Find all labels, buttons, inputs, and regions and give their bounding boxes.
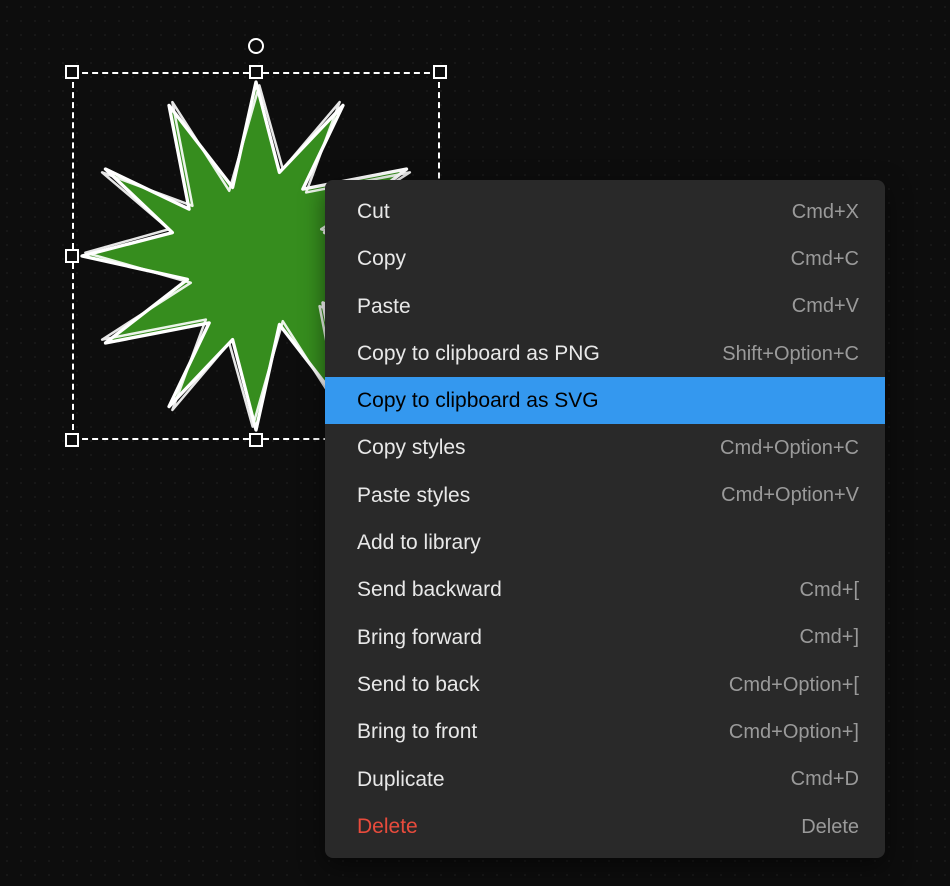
menu-item-label: Add to library xyxy=(357,529,481,556)
menu-item-shortcut: Cmd+X xyxy=(792,199,859,225)
menu-item-label: Copy to clipboard as SVG xyxy=(357,387,599,414)
menu-item-shortcut: Cmd+Option+C xyxy=(720,435,859,461)
resize-handle-nw[interactable] xyxy=(65,65,79,79)
menu-item-shortcut: Cmd+Option+[ xyxy=(729,672,859,698)
menu-item-label: Send to back xyxy=(357,671,480,698)
rotation-handle[interactable] xyxy=(248,38,264,54)
menu-item-shortcut: Cmd+D xyxy=(791,766,859,792)
resize-handle-sw[interactable] xyxy=(65,433,79,447)
menu-item-shortcut: Shift+Option+C xyxy=(722,341,859,367)
resize-handle-w[interactable] xyxy=(65,249,79,263)
menu-item-paste-styles[interactable]: Paste styles Cmd+Option+V xyxy=(325,472,885,519)
menu-item-send-back[interactable]: Send to back Cmd+Option+[ xyxy=(325,661,885,708)
context-menu: Cut Cmd+X Copy Cmd+C Paste Cmd+V Copy to… xyxy=(325,180,885,858)
menu-item-duplicate[interactable]: Duplicate Cmd+D xyxy=(325,756,885,803)
menu-item-add-library[interactable]: Add to library xyxy=(325,519,885,566)
menu-item-label: Send backward xyxy=(357,576,502,603)
menu-item-copy[interactable]: Copy Cmd+C xyxy=(325,235,885,282)
menu-item-shortcut: Cmd+Option+V xyxy=(721,482,859,508)
menu-item-copy-svg[interactable]: Copy to clipboard as SVG xyxy=(325,377,885,424)
menu-item-label: Duplicate xyxy=(357,766,445,793)
menu-item-paste[interactable]: Paste Cmd+V xyxy=(325,283,885,330)
menu-item-label: Copy xyxy=(357,245,406,272)
menu-item-copy-styles[interactable]: Copy styles Cmd+Option+C xyxy=(325,424,885,471)
menu-item-cut[interactable]: Cut Cmd+X xyxy=(325,188,885,235)
menu-item-label: Bring to front xyxy=(357,718,477,745)
menu-item-bring-front[interactable]: Bring to front Cmd+Option+] xyxy=(325,708,885,755)
menu-item-delete[interactable]: Delete Delete xyxy=(325,803,885,850)
menu-item-label: Copy to clipboard as PNG xyxy=(357,340,600,367)
menu-item-label: Copy styles xyxy=(357,434,466,461)
menu-item-shortcut: Cmd+Option+] xyxy=(729,719,859,745)
menu-item-label: Bring forward xyxy=(357,624,482,651)
resize-handle-ne[interactable] xyxy=(433,65,447,79)
menu-item-bring-forward[interactable]: Bring forward Cmd+] xyxy=(325,614,885,661)
menu-item-shortcut: Cmd+V xyxy=(792,293,859,319)
menu-item-label: Paste xyxy=(357,293,411,320)
menu-item-shortcut: Cmd+] xyxy=(800,624,859,650)
menu-item-shortcut: Cmd+[ xyxy=(800,577,859,603)
menu-item-label: Delete xyxy=(357,813,418,840)
menu-item-copy-png[interactable]: Copy to clipboard as PNG Shift+Option+C xyxy=(325,330,885,377)
menu-item-shortcut: Cmd+C xyxy=(791,246,859,272)
menu-item-send-backward[interactable]: Send backward Cmd+[ xyxy=(325,566,885,613)
resize-handle-s[interactable] xyxy=(249,433,263,447)
menu-item-label: Paste styles xyxy=(357,482,470,509)
menu-item-label: Cut xyxy=(357,198,390,225)
menu-item-shortcut: Delete xyxy=(801,814,859,840)
resize-handle-n[interactable] xyxy=(249,65,263,79)
